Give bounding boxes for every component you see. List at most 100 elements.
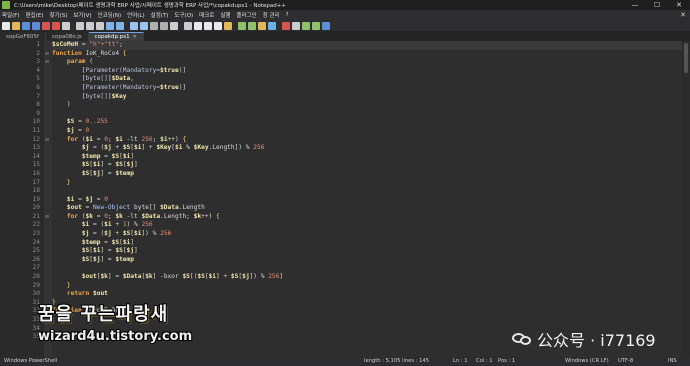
- code-text: for ($i = 0; $i -lt 256; $i++) {: [52, 136, 186, 145]
- print-icon[interactable]: [62, 21, 70, 30]
- save-icon[interactable]: [22, 21, 30, 30]
- close-icon[interactable]: [42, 21, 50, 30]
- folder-workspace-icon[interactable]: [258, 21, 266, 30]
- tab-sopgof605f[interactable]: sopGoF605f: [0, 32, 46, 41]
- all-chars-icon[interactable]: [204, 21, 212, 30]
- redo-icon[interactable]: [116, 21, 124, 30]
- menu-language[interactable]: 언어(L): [127, 11, 144, 19]
- fold-marker-icon[interactable]: [42, 75, 52, 84]
- function-list-icon[interactable]: [248, 21, 256, 30]
- code-token: ] =: [100, 169, 116, 177]
- paste-icon[interactable]: [96, 21, 104, 30]
- fold-marker-icon[interactable]: [42, 93, 52, 102]
- watermark-korean: 꿈을 꾸는파랑새: [38, 304, 169, 325]
- code-token: }: [66, 281, 71, 289]
- fold-marker-icon[interactable]: [42, 282, 52, 291]
- fold-marker-icon[interactable]: [42, 170, 52, 179]
- wrap-icon[interactable]: [194, 21, 202, 30]
- menu-edit[interactable]: 편집(E): [26, 11, 44, 19]
- udl-icon[interactable]: [224, 21, 232, 30]
- fold-marker-icon[interactable]: [42, 187, 52, 196]
- fold-marker-icon[interactable]: [42, 110, 52, 119]
- menu-search[interactable]: 찾기(S): [49, 11, 67, 19]
- code-line: 29 }: [0, 282, 690, 291]
- close-window-button[interactable]: ✕: [668, 0, 690, 10]
- run-multiple-icon[interactable]: [312, 21, 320, 30]
- record-icon[interactable]: [282, 21, 290, 30]
- fold-marker-icon[interactable]: [42, 256, 52, 265]
- indent-guide-icon[interactable]: [214, 21, 222, 30]
- code-line: 28 $out[$k] = $Data[$k] -bxor $S[($S[$i]…: [0, 273, 690, 282]
- tab-copa08o-js[interactable]: copa08o.js: [45, 32, 89, 41]
- sync-h-icon[interactable]: [184, 21, 192, 30]
- code-text: $sCoMoH = "h"+"tt";: [52, 41, 123, 50]
- find-icon[interactable]: [130, 21, 138, 30]
- fold-marker-icon[interactable]: [42, 290, 52, 299]
- sync-v-icon[interactable]: [170, 21, 178, 30]
- fold-marker-icon[interactable]: [42, 264, 52, 273]
- scrollbar-thumb[interactable]: [684, 43, 688, 73]
- fold-marker-icon[interactable]: ⊟: [42, 213, 52, 222]
- code-text: param (: [52, 58, 93, 67]
- minimize-button[interactable]: —: [624, 0, 646, 10]
- doc-map-icon[interactable]: [238, 21, 246, 30]
- window-title: C:\Users\mike\Desktop\페이트 생명과학 ERP 사업/시페…: [14, 3, 286, 9]
- cut-icon[interactable]: [76, 21, 84, 30]
- code-text: function IoK_RoCo4 {: [52, 50, 127, 59]
- code-token: =: [93, 135, 105, 143]
- vertical-scrollbar[interactable]: [682, 41, 690, 357]
- close-doc-icon[interactable]: ✕: [680, 11, 686, 19]
- close-all-icon[interactable]: [52, 21, 60, 30]
- zoom-in-icon[interactable]: [150, 21, 158, 30]
- fold-marker-icon[interactable]: ⊟: [42, 50, 52, 59]
- code-line: 24 $temp = $S[$i]: [0, 239, 690, 248]
- fold-marker-icon[interactable]: [42, 101, 52, 110]
- fold-marker-icon[interactable]: [42, 247, 52, 256]
- menu-window[interactable]: 창 관리: [263, 11, 280, 19]
- fold-marker-icon[interactable]: [42, 84, 52, 93]
- copy-icon[interactable]: [86, 21, 94, 30]
- fold-marker-icon[interactable]: [42, 179, 52, 188]
- save-all-icon[interactable]: [32, 21, 40, 30]
- fold-marker-icon[interactable]: ⊟: [42, 58, 52, 67]
- menu-plugins[interactable]: 플러그인: [236, 11, 256, 19]
- tab-copakdp-ps1[interactable]: copakdp.ps1 ✕: [88, 32, 144, 41]
- replace-icon[interactable]: [140, 21, 148, 30]
- menu-help[interactable]: ?: [286, 12, 289, 18]
- fold-marker-icon[interactable]: [42, 67, 52, 76]
- zoom-out-icon[interactable]: [160, 21, 168, 30]
- menu-settings[interactable]: 설정(T): [151, 11, 169, 19]
- menu-tools[interactable]: 도구(O): [174, 11, 193, 19]
- fold-marker-icon[interactable]: [42, 239, 52, 248]
- fold-marker-icon[interactable]: [42, 196, 52, 205]
- close-tab-icon[interactable]: ✕: [133, 34, 137, 40]
- code-line: 3 ⊟ param (: [0, 58, 690, 67]
- menu-encoding[interactable]: 인코딩(N): [98, 11, 122, 19]
- fold-marker-icon[interactable]: [42, 273, 52, 282]
- fold-marker-icon[interactable]: [42, 41, 52, 50]
- fold-marker-icon[interactable]: ⊟: [42, 136, 52, 145]
- menu-view[interactable]: 보기(V): [73, 11, 91, 19]
- new-icon[interactable]: [2, 21, 10, 30]
- menu-macro[interactable]: 매크로: [199, 11, 214, 19]
- open-icon[interactable]: [12, 21, 20, 30]
- fold-marker-icon[interactable]: [42, 144, 52, 153]
- fold-marker-icon[interactable]: [42, 221, 52, 230]
- fold-marker-icon[interactable]: [42, 204, 52, 213]
- menu-file[interactable]: 파일(F): [2, 11, 20, 19]
- line-number: 11: [32, 126, 40, 134]
- menu-run[interactable]: 실행: [220, 11, 230, 19]
- fold-marker-icon[interactable]: [42, 127, 52, 136]
- stop-icon[interactable]: [292, 21, 300, 30]
- play-icon[interactable]: [302, 21, 310, 30]
- undo-icon[interactable]: [106, 21, 114, 30]
- fold-marker-icon[interactable]: [42, 118, 52, 127]
- fold-marker-icon[interactable]: [42, 230, 52, 239]
- fold-marker-icon[interactable]: [42, 161, 52, 170]
- code-token: byte[]: [85, 75, 108, 83]
- fold-marker-icon[interactable]: [42, 153, 52, 162]
- line-number: 34: [32, 324, 40, 332]
- monitor-icon[interactable]: [268, 21, 276, 30]
- save-macro-icon[interactable]: [322, 21, 330, 30]
- maximize-button[interactable]: ☐: [646, 0, 668, 10]
